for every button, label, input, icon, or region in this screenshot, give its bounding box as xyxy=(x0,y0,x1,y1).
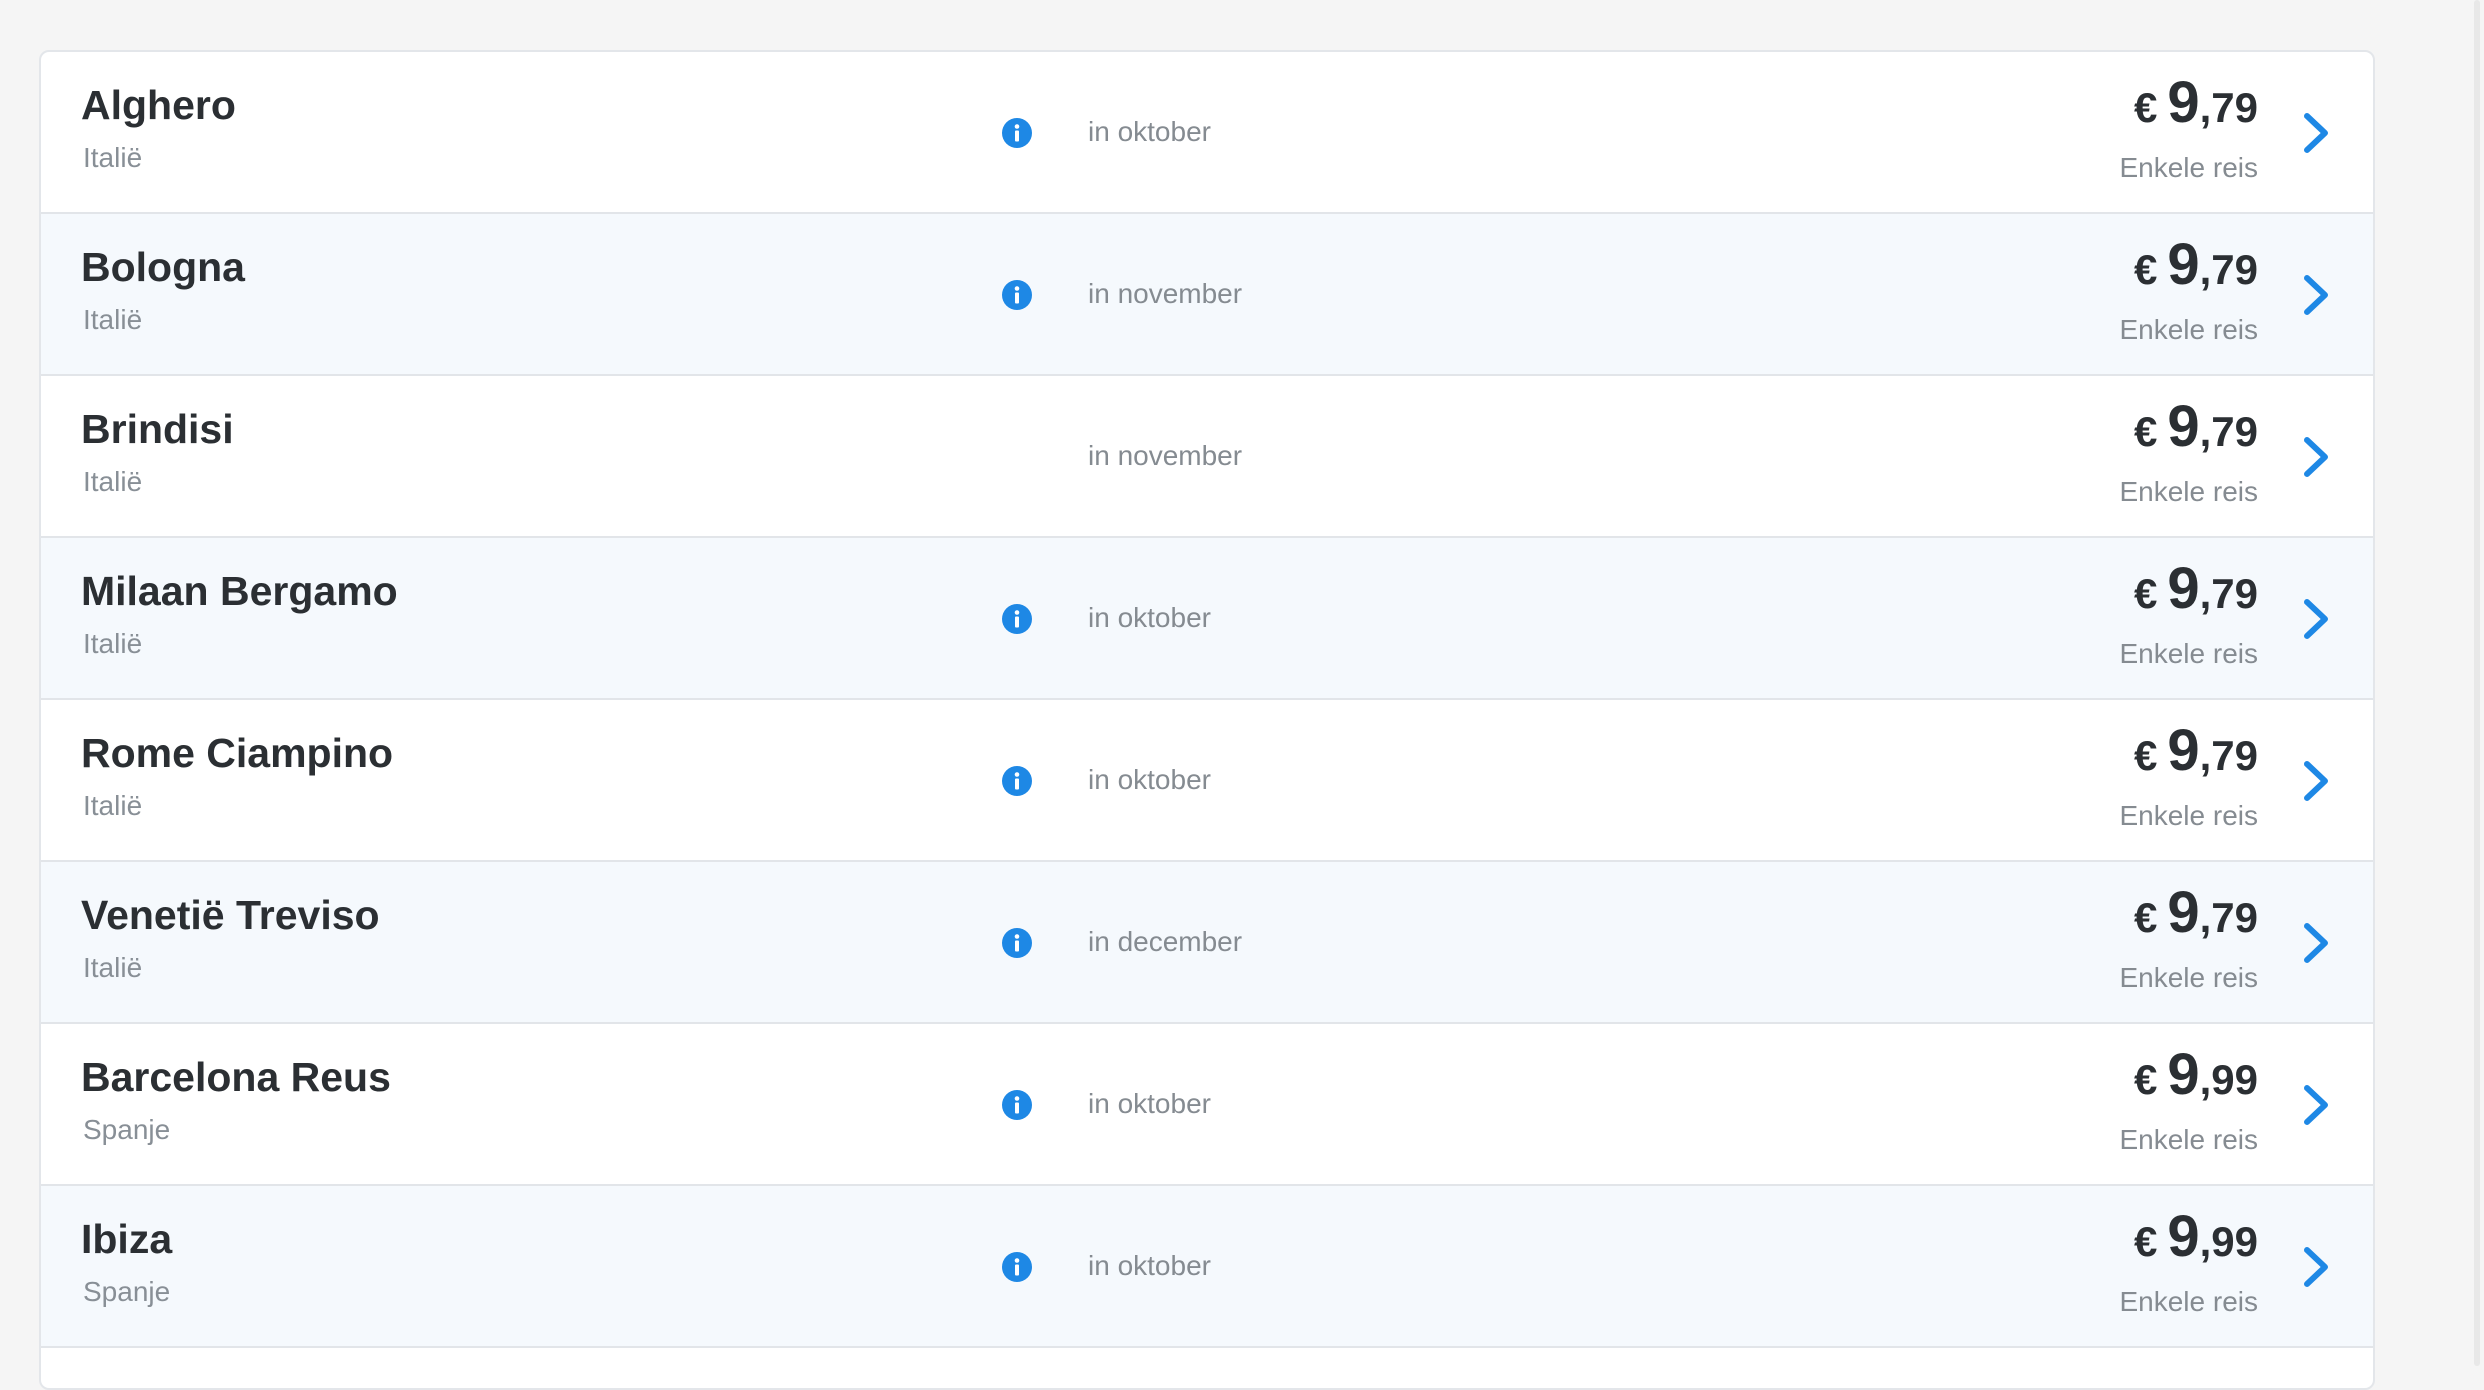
trip-type: Enkele reis xyxy=(2119,800,2258,831)
chevron-right-icon[interactable] xyxy=(2295,108,2335,158)
destination-name: Rome Ciampino xyxy=(81,730,394,776)
chevron-right-icon[interactable] xyxy=(2295,918,2335,968)
trip-type: Enkele reis xyxy=(2119,1286,2258,1317)
destination-row[interactable]: Venetië Treviso Italië in december €9,79… xyxy=(41,862,2373,1024)
destination-country: Italië xyxy=(83,304,143,335)
info-icon[interactable] xyxy=(1001,927,1033,959)
price-decimals: 79 xyxy=(2211,246,2258,293)
info-icon[interactable] xyxy=(1001,279,1033,311)
info-icon[interactable] xyxy=(1001,603,1033,635)
price-separator: , xyxy=(2199,1056,2212,1103)
chevron-right-icon[interactable] xyxy=(2295,270,2335,320)
travel-month: in oktober xyxy=(1088,602,1211,633)
destination-name: Venetië Treviso xyxy=(81,892,380,938)
destination-name: Milaan Bergamo xyxy=(81,568,398,614)
travel-month: in november xyxy=(1088,278,1243,309)
price-currency: € xyxy=(2133,246,2158,293)
price-currency: € xyxy=(2133,894,2158,941)
price-decimals: 79 xyxy=(2211,84,2258,131)
destination-name: Bologna xyxy=(81,244,245,290)
travel-month: in oktober xyxy=(1088,116,1211,147)
price-decimals: 79 xyxy=(2211,732,2258,779)
travel-month: in oktober xyxy=(1088,1250,1211,1281)
price: €9,79 xyxy=(2134,398,2258,456)
price-currency: € xyxy=(2133,84,2158,131)
trip-type: Enkele reis xyxy=(2119,1124,2258,1155)
price-decimals: 99 xyxy=(2211,1056,2258,1103)
price-integer: 9 xyxy=(2167,556,2200,621)
travel-month: in oktober xyxy=(1088,764,1211,795)
page-scrollbar[interactable] xyxy=(2474,0,2480,1366)
info-icon[interactable] xyxy=(1001,117,1033,149)
destination-country: Italië xyxy=(83,628,143,659)
info-icon[interactable] xyxy=(1001,765,1033,797)
destination-name: Brindisi xyxy=(81,406,234,452)
destination-country: Spanje xyxy=(83,1276,171,1307)
price-integer: 9 xyxy=(2167,718,2200,783)
destination-country: Italië xyxy=(83,142,143,173)
chevron-right-icon[interactable] xyxy=(2295,1080,2335,1130)
travel-month: in oktober xyxy=(1088,1088,1211,1119)
destination-list: Alghero Italië in oktober €9,79 Enkele r… xyxy=(39,50,2375,1390)
destination-row[interactable]: Ibiza Spanje in oktober €9,99 Enkele rei… xyxy=(41,1186,2373,1348)
destination-country: Spanje xyxy=(83,1114,171,1145)
trip-type: Enkele reis xyxy=(2119,314,2258,345)
destination-row[interactable]: Bologna Italië in november €9,79 Enkele … xyxy=(41,214,2373,376)
price-separator: , xyxy=(2199,246,2212,293)
price-separator: , xyxy=(2199,570,2212,617)
destination-name: Ibiza xyxy=(81,1216,173,1262)
price-separator: , xyxy=(2199,894,2212,941)
destination-country: Italië xyxy=(83,790,143,821)
price: €9,79 xyxy=(2134,236,2258,294)
destination-country: Italië xyxy=(83,952,143,983)
travel-month: in november xyxy=(1088,440,1243,471)
price-currency: € xyxy=(2133,1056,2158,1103)
destination-row[interactable]: Barcelona Reus Spanje in oktober €9,99 E… xyxy=(41,1024,2373,1186)
price: €9,99 xyxy=(2134,1046,2258,1104)
price-integer: 9 xyxy=(2167,70,2200,135)
price-integer: 9 xyxy=(2167,394,2200,459)
price: €9,79 xyxy=(2134,74,2258,132)
travel-month: in december xyxy=(1088,926,1243,957)
price: €9,79 xyxy=(2134,722,2258,780)
price: €9,79 xyxy=(2134,884,2258,942)
price-integer: 9 xyxy=(2167,1204,2200,1269)
price-decimals: 99 xyxy=(2211,1218,2258,1265)
price-currency: € xyxy=(2133,570,2158,617)
info-icon[interactable] xyxy=(1001,1089,1033,1121)
price-currency: € xyxy=(2133,732,2158,779)
chevron-right-icon[interactable] xyxy=(2295,1242,2335,1292)
destination-row[interactable]: Rome Ciampino Italië in oktober €9,79 En… xyxy=(41,700,2373,862)
price: €9,99 xyxy=(2134,1208,2258,1266)
price-decimals: 79 xyxy=(2211,570,2258,617)
trip-type: Enkele reis xyxy=(2119,638,2258,669)
price-separator: , xyxy=(2199,732,2212,779)
destination-country: Italië xyxy=(83,466,143,497)
price-separator: , xyxy=(2199,84,2212,131)
trip-type: Enkele reis xyxy=(2119,476,2258,507)
trip-type: Enkele reis xyxy=(2119,152,2258,183)
destination-name: Barcelona Reus xyxy=(81,1054,391,1100)
price-separator: , xyxy=(2199,408,2212,455)
price: €9,79 xyxy=(2134,560,2258,618)
price-separator: , xyxy=(2199,1218,2212,1265)
price-decimals: 79 xyxy=(2211,408,2258,455)
price-currency: € xyxy=(2133,1218,2158,1265)
chevron-right-icon[interactable] xyxy=(2295,594,2335,644)
price-decimals: 79 xyxy=(2211,894,2258,941)
info-icon[interactable] xyxy=(1001,1251,1033,1283)
price-integer: 9 xyxy=(2167,880,2200,945)
destination-row[interactable]: Brindisi Italië in november €9,79 Enkele… xyxy=(41,376,2373,538)
destination-row[interactable]: Alghero Italië in oktober €9,79 Enkele r… xyxy=(41,52,2373,214)
chevron-right-icon[interactable] xyxy=(2295,432,2335,482)
chevron-right-icon[interactable] xyxy=(2295,756,2335,806)
trip-type: Enkele reis xyxy=(2119,962,2258,993)
destination-name: Alghero xyxy=(81,82,236,128)
price-currency: € xyxy=(2133,408,2158,455)
price-integer: 9 xyxy=(2167,232,2200,297)
price-integer: 9 xyxy=(2167,1042,2200,1107)
destination-row[interactable]: Milaan Bergamo Italië in oktober €9,79 E… xyxy=(41,538,2373,700)
